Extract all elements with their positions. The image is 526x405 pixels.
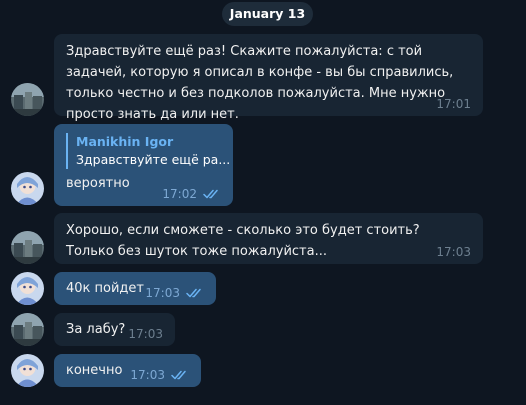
message-time: 17:03	[130, 368, 165, 382]
message-time: 17:03	[436, 245, 471, 259]
message-time: 17:02	[162, 187, 197, 201]
avatar-contact[interactable]	[11, 231, 44, 264]
avatar-self[interactable]	[11, 272, 44, 305]
reply-author: Manikhin Igor	[76, 134, 174, 149]
double-check-icon	[186, 288, 204, 298]
double-check-icon	[171, 370, 189, 380]
message-text: Здравствуйте ещё раз! Скажите пожалуйста…	[66, 44, 454, 122]
message-bubble-outgoing[interactable]: Manikhin Igor Здравствуйте ещё ра... вер…	[54, 124, 233, 206]
message-text: Хорошо, если сможете - сколько это будет…	[66, 223, 420, 259]
avatar-contact[interactable]	[11, 83, 44, 116]
double-check-icon	[203, 189, 221, 199]
message-bubble-outgoing[interactable]: конечно 17:03	[54, 354, 201, 387]
message-bubble-incoming[interactable]: Хорошо, если сможете - сколько это будет…	[54, 213, 483, 264]
reply-quote: Здравствуйте ещё ра...	[76, 152, 231, 167]
date-separator: January 13	[222, 2, 313, 26]
avatar-contact[interactable]	[11, 313, 44, 346]
message-time: 17:01	[436, 97, 471, 111]
avatar-self[interactable]	[11, 172, 44, 205]
chat-area: January 13 Здравствуйте ещё раз! Скажите…	[0, 0, 526, 405]
reply-preview[interactable]: Manikhin Igor Здравствуйте ещё ра...	[66, 133, 231, 169]
message-time: 17:03	[128, 327, 163, 341]
avatar-self[interactable]	[11, 354, 44, 387]
message-time: 17:03	[145, 286, 180, 300]
message-bubble-incoming[interactable]: Здравствуйте ещё раз! Скажите пожалуйста…	[54, 34, 483, 122]
message-bubble-outgoing[interactable]: 40к пойдет 17:03	[54, 272, 216, 305]
message-bubble-incoming[interactable]: За лабу? 17:03	[54, 313, 175, 346]
